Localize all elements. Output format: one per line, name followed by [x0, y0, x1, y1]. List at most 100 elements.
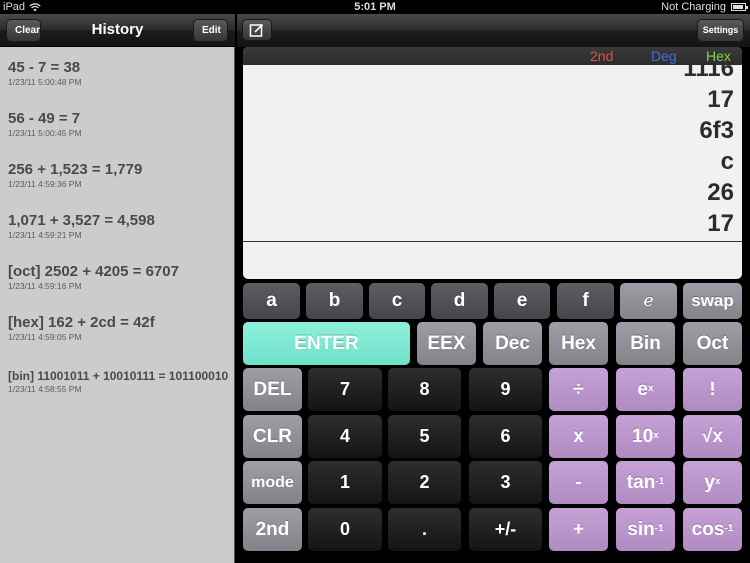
edit-history-button[interactable]: Edit — [193, 19, 228, 42]
key-dec[interactable]: Dec — [483, 322, 542, 365]
history-expression: [bin] 11001011 + 10010111 = 101100010 — [8, 369, 229, 383]
stack-value: 6f3 — [699, 117, 734, 144]
history-nav-bar: Clear History Edit — [0, 14, 235, 47]
stack-display[interactable]: 1116 17 6f3 c 26 17 — [243, 65, 742, 241]
key-7[interactable]: 7 — [308, 368, 382, 411]
history-timestamp: 1/23/11 4:58:55 PM — [8, 384, 82, 394]
arctan-superscript: -1 — [655, 476, 665, 487]
key-y-power-x[interactable]: yx — [683, 461, 742, 504]
stack-value: 26 — [707, 179, 734, 206]
stack-value: 17 — [707, 210, 734, 237]
settings-button[interactable]: Settings — [697, 19, 744, 42]
battery-level — [733, 5, 743, 9]
history-item[interactable]: [oct] 2502 + 4205 = 6707 1/23/11 4:59:16… — [8, 263, 179, 291]
key-swap[interactable]: swap — [683, 283, 742, 319]
key-e-constant[interactable]: e — [620, 283, 677, 319]
history-item[interactable]: 56 - 49 = 7 1/23/11 5:00:45 PM — [8, 110, 82, 138]
history-expression: 1,071 + 3,527 = 4,598 — [8, 212, 155, 229]
stack-value: 17 — [707, 86, 734, 113]
stack-value: 1116 — [683, 65, 734, 82]
arcsin-superscript: -1 — [654, 523, 664, 534]
key-bin[interactable]: Bin — [616, 322, 675, 365]
history-expression: [oct] 2502 + 4205 = 6707 — [8, 263, 179, 280]
history-item[interactable]: [hex] 162 + 2cd = 42f 1/23/11 4:59:05 PM — [8, 314, 155, 342]
second-indicator: 2nd — [590, 48, 614, 64]
ten-power-superscript: x — [653, 430, 659, 441]
compose-icon — [249, 23, 264, 37]
history-expression: 45 - 7 = 38 — [8, 59, 81, 76]
key-sqrt[interactable]: √x — [683, 415, 742, 458]
key-2[interactable]: 2 — [388, 461, 461, 504]
exp-superscript: x — [648, 383, 654, 394]
key-arcsin[interactable]: sin -1 — [616, 508, 675, 551]
key-8[interactable]: 8 — [388, 368, 461, 411]
key-9[interactable]: 9 — [469, 368, 542, 411]
y-power-superscript: x — [715, 476, 721, 487]
key-oct[interactable]: Oct — [683, 322, 742, 365]
key-eex[interactable]: EEX — [417, 322, 476, 365]
history-timestamp: 1/23/11 4:59:21 PM — [8, 230, 82, 240]
battery-icon — [731, 3, 748, 11]
history-expression: [hex] 162 + 2cd = 42f — [8, 314, 155, 331]
history-expression: 56 - 49 = 7 — [8, 110, 81, 127]
key-6[interactable]: 6 — [469, 415, 542, 458]
key-4[interactable]: 4 — [308, 415, 382, 458]
history-timestamp: 1/23/11 4:59:36 PM — [8, 179, 82, 189]
charging-status: Not Charging — [661, 1, 726, 13]
history-item[interactable]: 256 + 1,523 = 1,779 1/23/11 4:59:36 PM — [8, 161, 142, 189]
clock: 5:01 PM — [354, 1, 396, 13]
compose-button[interactable] — [242, 19, 272, 41]
calculator-toolbar: Settings — [237, 14, 750, 47]
calculator-display: 2nd Deg Hex 1116 17 6f3 c 26 17 — [243, 47, 742, 279]
key-e[interactable]: e — [494, 283, 550, 319]
key-0[interactable]: 0 — [308, 508, 382, 551]
key-hex[interactable]: Hex — [549, 322, 608, 365]
history-timestamp: 1/23/11 5:00:48 PM — [8, 77, 82, 87]
history-list[interactable]: 45 - 7 = 38 1/23/11 5:00:48 PM 56 - 49 =… — [0, 47, 235, 563]
key-clr[interactable]: CLR — [243, 415, 302, 458]
key-exp[interactable]: ex — [616, 368, 675, 411]
ten-power-base: 10 — [632, 425, 654, 447]
y-power-base: y — [704, 471, 715, 493]
key-factorial[interactable]: ! — [683, 368, 742, 411]
key-d[interactable]: d — [431, 283, 488, 319]
exp-base: e — [637, 378, 648, 400]
key-b[interactable]: b — [306, 283, 363, 319]
key-5[interactable]: 5 — [388, 415, 461, 458]
stack-value: c — [720, 148, 734, 175]
key-1[interactable]: 1 — [308, 461, 382, 504]
history-item[interactable]: [bin] 11001011 + 10010111 = 101100010 1/… — [8, 369, 228, 394]
history-timestamp: 1/23/11 5:00:45 PM — [8, 128, 82, 138]
key-c[interactable]: c — [369, 283, 425, 319]
key-negate[interactable]: +/- — [469, 508, 542, 551]
history-timestamp: 1/23/11 4:59:05 PM — [8, 332, 82, 342]
key-f[interactable]: f — [557, 283, 614, 319]
history-item[interactable]: 1,071 + 3,527 = 4,598 1/23/11 4:59:21 PM — [8, 212, 155, 240]
arccos-base: cos — [691, 518, 725, 540]
key-ten-power[interactable]: 10 x — [616, 415, 675, 458]
key-second[interactable]: 2nd — [243, 508, 302, 551]
base-mode-indicator: Hex — [706, 48, 731, 64]
arctan-base: tan — [626, 471, 656, 493]
entry-field[interactable] — [243, 242, 742, 279]
key-mode[interactable]: mode — [243, 461, 302, 504]
key-decimal[interactable]: . — [388, 508, 461, 551]
status-bar: iPad 5:01 PM Not Charging — [0, 0, 750, 14]
mode-indicator-bar: 2nd Deg Hex — [243, 47, 742, 65]
key-multiply[interactable]: x — [549, 415, 608, 458]
history-item[interactable]: 45 - 7 = 38 1/23/11 5:00:48 PM — [8, 59, 82, 87]
key-add[interactable]: + — [549, 508, 608, 551]
e-constant-label: e — [643, 291, 654, 311]
key-enter[interactable]: ENTER — [243, 322, 410, 365]
key-arccos[interactable]: cos -1 — [683, 508, 742, 551]
key-del[interactable]: DEL — [243, 368, 302, 411]
calculator-app: iPad 5:01 PM Not Charging Clear History … — [0, 0, 750, 563]
key-subtract[interactable]: - — [549, 461, 608, 504]
key-divide[interactable]: ÷ — [549, 368, 608, 411]
key-3[interactable]: 3 — [469, 461, 542, 504]
key-arctan[interactable]: tan -1 — [616, 461, 675, 504]
angle-mode-indicator: Deg — [651, 48, 677, 64]
key-a[interactable]: a — [243, 283, 300, 319]
history-timestamp: 1/23/11 4:59:16 PM — [8, 281, 82, 291]
arcsin-base: sin — [627, 518, 655, 540]
